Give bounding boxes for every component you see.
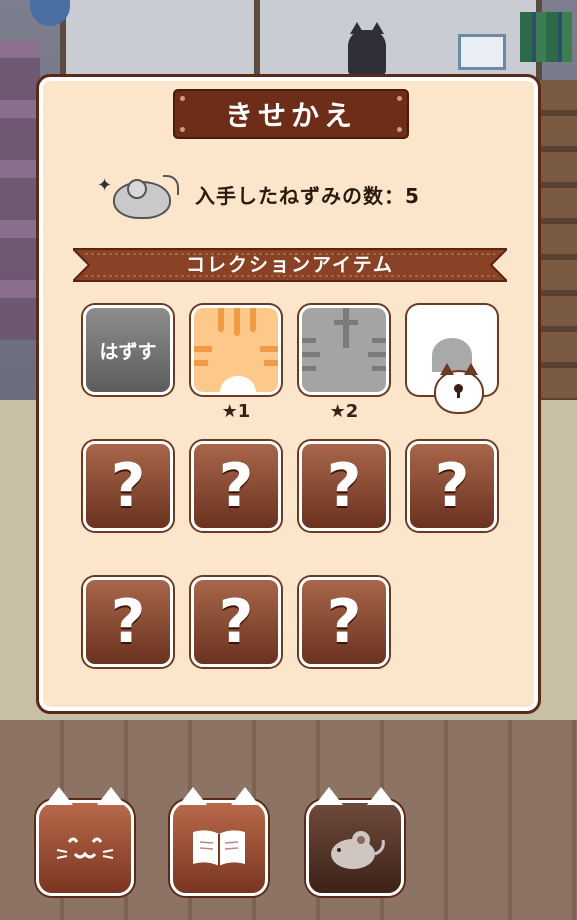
cat-tower <box>0 40 40 340</box>
stripe <box>194 346 212 352</box>
section-ribbon: コレクションアイテム <box>73 245 507 285</box>
book-icon <box>193 830 245 866</box>
rivet <box>180 96 185 101</box>
rivet <box>397 96 402 101</box>
question-mark: ? <box>110 587 146 657</box>
question-mark: ? <box>326 451 362 521</box>
stripe <box>302 338 316 343</box>
orange-tabby-costume[interactable] <box>191 305 281 395</box>
mouse-icon <box>331 831 385 869</box>
stripe <box>260 346 278 352</box>
rivet <box>397 127 402 132</box>
mystery-item[interactable]: ? <box>83 577 173 667</box>
remove-label: はずす <box>99 340 157 363</box>
stripe <box>343 308 349 348</box>
stripe <box>250 308 256 332</box>
lock-icon <box>434 363 484 414</box>
stairs <box>540 80 577 430</box>
mouse-count-text: 入手したねずみの数：5 <box>195 183 420 208</box>
mystery-item[interactable]: ? <box>83 441 173 531</box>
belly-patch <box>220 376 256 392</box>
mouse-collection-button[interactable] <box>306 787 404 896</box>
stripe <box>218 308 224 332</box>
mystery-item[interactable]: ? <box>191 441 281 531</box>
mystery-item[interactable]: ? <box>299 441 389 531</box>
stripe <box>302 352 320 357</box>
mouse-ear <box>127 179 147 199</box>
stripe <box>194 360 208 366</box>
rivet <box>180 127 185 132</box>
mouse-count-row: ✦ 入手したねずみの数：5 <box>97 169 420 219</box>
question-mark: ? <box>110 451 146 521</box>
cat-face-icon <box>56 837 114 859</box>
black-cat-silhouette <box>348 22 386 76</box>
sparkle-icon: ✦ <box>97 175 113 196</box>
orange-cost: ★1 <box>221 401 251 422</box>
mystery-item[interactable]: ? <box>299 577 389 667</box>
picture-frame <box>458 34 506 70</box>
stripe <box>264 360 278 366</box>
stripe <box>372 338 386 343</box>
remove-costume-button[interactable]: はずす <box>83 305 173 395</box>
gray-tabby-costume[interactable] <box>299 305 389 395</box>
stripe <box>372 366 386 371</box>
stripe <box>302 366 316 371</box>
panel-title: きせかえ <box>224 99 357 132</box>
keyhole-icon <box>454 384 463 398</box>
mouse-icon: ✦ <box>97 169 179 219</box>
question-mark: ? <box>434 451 470 521</box>
locked-costume[interactable] <box>407 305 497 414</box>
cat-face-button[interactable] <box>36 787 134 896</box>
books <box>520 12 572 62</box>
stripe <box>368 352 386 357</box>
question-mark: ? <box>326 587 362 657</box>
question-mark: ? <box>218 587 254 657</box>
mystery-item[interactable]: ? <box>407 441 497 531</box>
question-mark: ? <box>218 451 254 521</box>
mystery-item[interactable]: ? <box>191 577 281 667</box>
section-label: コレクションアイテム <box>185 254 395 276</box>
title-plate: きせかえ <box>175 91 407 137</box>
gray-cost: ★2 <box>329 401 359 422</box>
stripe <box>334 320 358 325</box>
costume-panel: きせかえ ✦ 入手したねずみの数：5 コレクションアイテム はずす ★1 ★2 … <box>36 74 541 714</box>
stripe <box>234 308 240 336</box>
book-button[interactable] <box>170 787 268 896</box>
